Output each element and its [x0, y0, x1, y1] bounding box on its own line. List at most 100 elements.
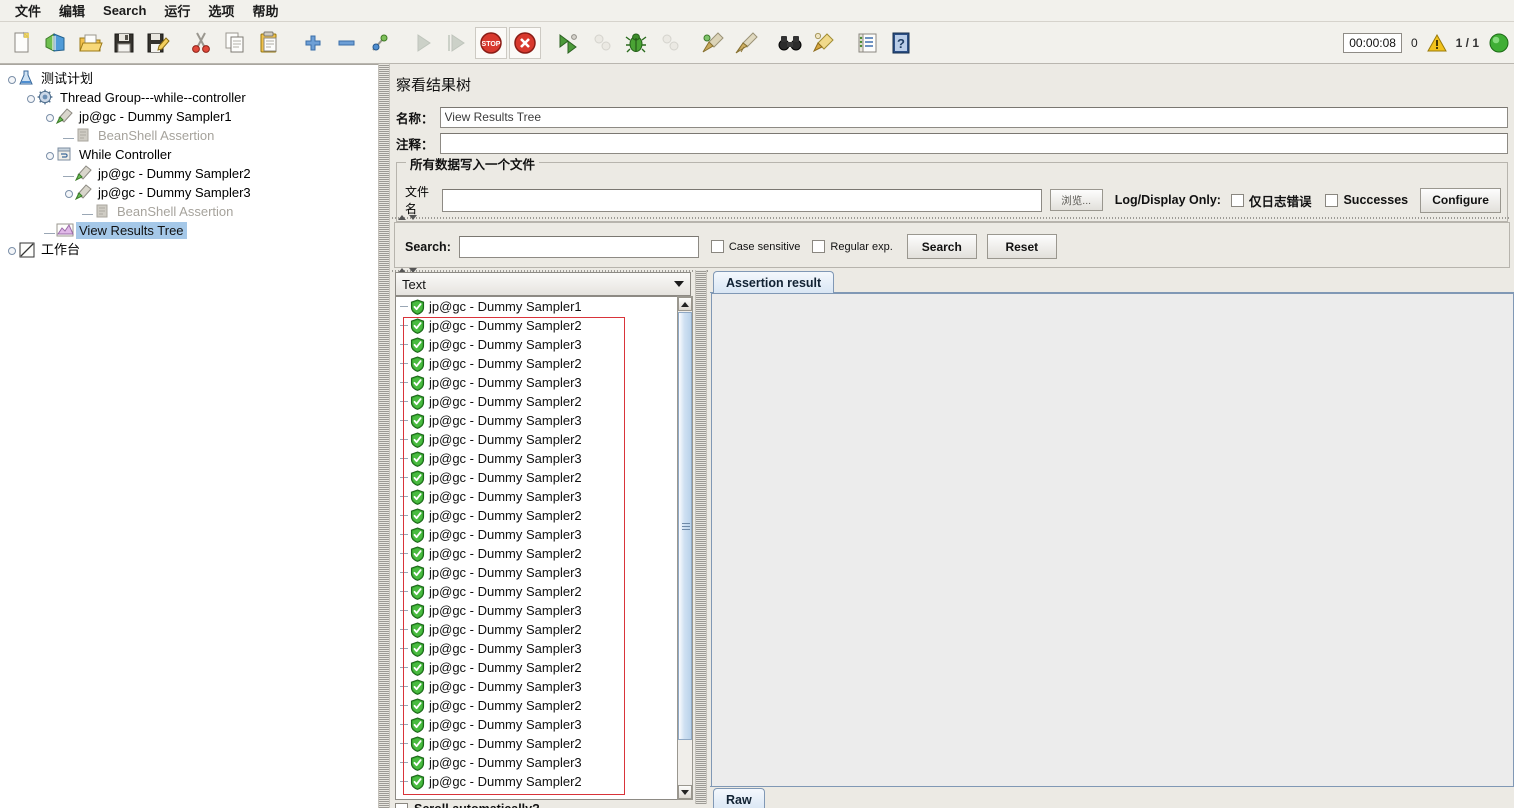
successes-checkbox-row[interactable]: Successes	[1325, 193, 1408, 207]
errors-only-checkbox[interactable]	[1230, 193, 1244, 207]
menu-edit[interactable]: 编辑	[50, 0, 94, 22]
menu-options[interactable]: 选项	[199, 0, 243, 22]
cut-icon[interactable]	[185, 27, 217, 59]
case-sensitive-checkbox-row[interactable]: Case sensitive	[710, 240, 800, 253]
result-row[interactable]: jp@gc - Dummy Sampler2	[396, 354, 690, 373]
scrollbar-thumb[interactable]	[678, 312, 692, 740]
save-icon[interactable]	[108, 27, 140, 59]
result-row[interactable]: jp@gc - Dummy Sampler3	[396, 449, 690, 468]
templates-icon[interactable]	[40, 27, 72, 59]
menu-help[interactable]: 帮助	[243, 0, 287, 22]
result-row[interactable]: jp@gc - Dummy Sampler3	[396, 601, 690, 620]
result-row[interactable]: jp@gc - Dummy Sampler3	[396, 563, 690, 582]
result-row[interactable]: jp@gc - Dummy Sampler2	[396, 468, 690, 487]
result-row[interactable]: jp@gc - Dummy Sampler2	[396, 696, 690, 715]
filename-input[interactable]	[441, 188, 1042, 212]
toggle-icon[interactable]	[364, 27, 396, 59]
tree-node-while-controller[interactable]: While Controller	[6, 145, 378, 164]
result-row[interactable]: jp@gc - Dummy Sampler2	[396, 316, 690, 335]
tree-node-beanshell-assertion-2[interactable]: BeanShell Assertion	[6, 202, 378, 221]
reset-search-icon[interactable]	[808, 27, 840, 59]
search-button[interactable]: Search	[906, 234, 977, 259]
tree-node-dummy-sampler1[interactable]: jp@gc - Dummy Sampler1	[6, 107, 378, 126]
reset-button[interactable]: Reset	[986, 234, 1057, 259]
case-sensitive-checkbox[interactable]	[710, 240, 724, 253]
shutdown-icon[interactable]	[509, 26, 541, 59]
tree-node-beanshell-assertion-1[interactable]: BeanShell Assertion	[6, 126, 378, 145]
open-icon[interactable]	[74, 27, 106, 59]
result-row[interactable]: jp@gc - Dummy Sampler2	[396, 544, 690, 563]
result-row[interactable]: jp@gc - Dummy Sampler3	[396, 715, 690, 734]
new-icon[interactable]	[6, 27, 38, 59]
result-row[interactable]: jp@gc - Dummy Sampler3	[396, 411, 690, 430]
tree-node-thread-group[interactable]: Thread Group---while--controller	[6, 88, 378, 107]
configure-button[interactable]: Configure	[1420, 187, 1501, 213]
stop-icon[interactable]: STOP	[475, 26, 507, 59]
search-input[interactable]	[458, 235, 699, 258]
result-row[interactable]: jp@gc - Dummy Sampler2	[396, 506, 690, 525]
clear-icon[interactable]	[697, 27, 729, 59]
copy-icon[interactable]	[219, 27, 251, 59]
function-helper-icon[interactable]	[851, 27, 883, 59]
tree-expand-handle[interactable]	[6, 73, 17, 84]
chevron-down-icon[interactable]	[670, 274, 688, 294]
scroll-down-button[interactable]	[678, 785, 692, 799]
warning-triangle-icon[interactable]	[1426, 34, 1447, 52]
result-row[interactable]: jp@gc - Dummy Sampler3	[396, 677, 690, 696]
tree-node-dummy-sampler2[interactable]: jp@gc - Dummy Sampler2	[6, 164, 378, 183]
menu-file[interactable]: 文件	[6, 0, 50, 22]
result-row[interactable]: jp@gc - Dummy Sampler3	[396, 525, 690, 544]
scroll-automatically-row[interactable]: Scroll automatically?	[395, 802, 540, 808]
expand-all-icon[interactable]	[296, 27, 328, 59]
result-row[interactable]: jp@gc - Dummy Sampler3	[396, 753, 690, 772]
result-row[interactable]: jp@gc - Dummy Sampler1	[396, 297, 690, 316]
tree-node-test-plan[interactable]: 测试计划	[6, 69, 378, 88]
renderer-combo[interactable]: Text	[395, 272, 691, 296]
comment-input[interactable]	[439, 132, 1508, 154]
tree-node-workbench[interactable]: 工作台	[6, 240, 378, 259]
result-row[interactable]: jp@gc - Dummy Sampler2	[396, 430, 690, 449]
tree-expand-handle[interactable]	[6, 244, 17, 255]
results-list[interactable]: jp@gc - Dummy Sampler1 jp@gc - Dummy Samp…	[395, 296, 691, 800]
splitter-rail-1[interactable]	[392, 214, 1510, 221]
collapse-all-icon[interactable]	[330, 27, 362, 59]
regular-exp-checkbox-row[interactable]: Regular exp.	[812, 240, 893, 253]
regular-exp-checkbox[interactable]	[812, 240, 826, 253]
tree-node-view-results-tree[interactable]: View Results Tree	[6, 221, 378, 240]
result-row[interactable]: jp@gc - Dummy Sampler2	[396, 582, 690, 601]
main-vertical-splitter[interactable]	[378, 64, 390, 808]
tab-assertion-result[interactable]: Assertion result	[713, 271, 835, 293]
results-detail-splitter[interactable]	[695, 270, 707, 804]
paste-icon[interactable]	[253, 27, 285, 59]
result-row[interactable]: jp@gc - Dummy Sampler2	[396, 772, 690, 791]
result-row[interactable]: jp@gc - Dummy Sampler2	[396, 620, 690, 639]
result-row[interactable]: jp@gc - Dummy Sampler3	[396, 487, 690, 506]
result-row[interactable]: jp@gc - Dummy Sampler3	[396, 373, 690, 392]
help-icon[interactable]: ?	[885, 27, 917, 59]
scroll-up-button[interactable]	[678, 297, 692, 311]
tree-expand-handle[interactable]	[44, 111, 55, 122]
tab-raw[interactable]: Raw	[713, 788, 765, 808]
result-row[interactable]: jp@gc - Dummy Sampler3	[396, 335, 690, 354]
browse-button[interactable]: 浏览...	[1049, 189, 1103, 211]
search-icon[interactable]	[774, 27, 806, 59]
splitter-collapse-handle-1[interactable]	[394, 213, 420, 222]
scroll-automatically-checkbox[interactable]	[395, 802, 408, 808]
assertion-result-pane[interactable]	[711, 293, 1514, 798]
tree-node-dummy-sampler3[interactable]: jp@gc - Dummy Sampler3	[6, 183, 378, 202]
tree-expand-handle[interactable]	[25, 92, 36, 103]
debug-icon[interactable]	[620, 27, 652, 59]
successes-checkbox[interactable]	[1325, 193, 1339, 207]
errors-only-checkbox-row[interactable]: 仅日志错误	[1230, 191, 1311, 210]
save-as-icon[interactable]	[142, 27, 174, 59]
name-input[interactable]	[439, 106, 1508, 128]
clear-all-icon[interactable]	[731, 27, 763, 59]
result-row[interactable]: jp@gc - Dummy Sampler2	[396, 734, 690, 753]
test-plan-tree-panel[interactable]: 测试计划 Thread Group---while--controller jp@g…	[0, 64, 378, 808]
tree-expand-handle[interactable]	[44, 149, 55, 160]
remote-start-all-icon[interactable]	[552, 27, 584, 59]
menu-run[interactable]: 运行	[155, 0, 199, 22]
menu-search[interactable]: Search	[94, 1, 155, 20]
tree-expand-handle[interactable]	[63, 187, 74, 198]
result-row[interactable]: jp@gc - Dummy Sampler3	[396, 639, 690, 658]
